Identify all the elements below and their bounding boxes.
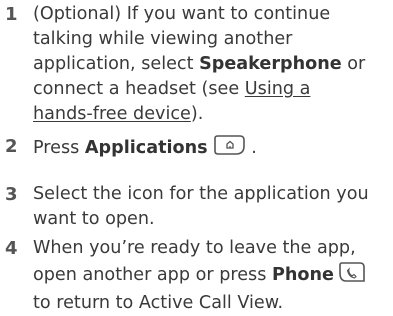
step-number: 2 (5, 136, 18, 157)
text-line: want to open. (33, 209, 155, 229)
text-span: . (245, 138, 257, 158)
text-span: application, select (33, 54, 200, 74)
text-line: Select the icon for the application you (33, 184, 369, 204)
text-line: (Optional) If you want to continue (33, 4, 331, 24)
step-text: Press Applications . (33, 134, 391, 164)
text-line: talking while viewing another (33, 29, 293, 49)
step-text: Select the icon for the application you … (33, 182, 391, 232)
text-span: ). (190, 104, 204, 124)
text-span: or (341, 54, 366, 74)
text-span: connect a headset (see (33, 79, 245, 99)
text-span: open another app or press (33, 265, 272, 285)
phone-key-icon (338, 261, 366, 291)
step-number: 1 (5, 4, 18, 25)
step-number: 4 (5, 238, 18, 259)
text-line: application, select Speakerphone or (33, 52, 391, 77)
applications-term: Applications (84, 138, 208, 158)
speakerphone-term: Speakerphone (199, 54, 342, 74)
step-text: (Optional) If you want to continue talki… (33, 2, 391, 127)
text-line: connect a headset (see Using a (33, 77, 391, 102)
applications-key-icon (212, 134, 246, 164)
hands-free-link[interactable]: hands-free device (33, 104, 191, 124)
text-span: Press (33, 138, 85, 158)
text-line: When you’re ready to leave the app, (33, 238, 356, 258)
step-text: When you’re ready to leave the app, open… (33, 236, 391, 316)
step-number: 3 (5, 184, 18, 205)
phone-term: Phone (271, 265, 334, 285)
text-line: open another app or press Phone (33, 261, 391, 291)
text-line: hands-free device). (33, 102, 391, 127)
hands-free-link[interactable]: Using a (245, 79, 311, 99)
text-line: to return to Active Call View. (33, 293, 284, 313)
